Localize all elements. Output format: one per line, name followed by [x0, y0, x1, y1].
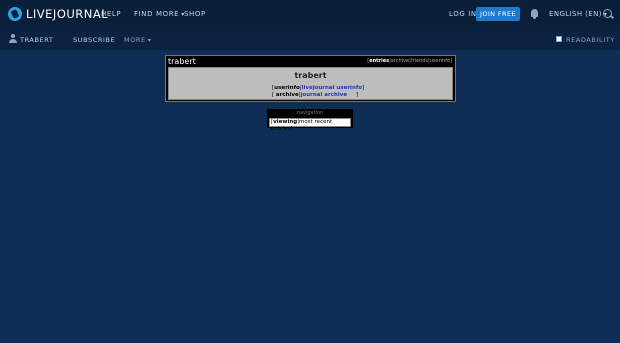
journal-username[interactable]: TRABERT	[20, 36, 53, 44]
archive-row: [ archive|journal archive ]	[272, 91, 358, 98]
nav-find-more[interactable]: FIND MORE ▾	[134, 10, 185, 18]
logo-text: LIVEJOURNAL	[26, 7, 109, 21]
language-label: ENGLISH (EN)	[549, 10, 602, 18]
archive-key: archive	[275, 91, 299, 98]
tab-entries[interactable]: entries	[369, 58, 389, 64]
userinfo-link[interactable]: livejournal userinfo	[302, 85, 362, 91]
livejournal-logo[interactable]: LIVEJOURNAL	[8, 7, 108, 21]
tab-friends[interactable]: friends	[411, 58, 428, 64]
userinfo-key: userinfo	[274, 85, 300, 91]
search-icon[interactable]	[603, 9, 613, 19]
chevron-down-icon: ▾	[147, 37, 152, 44]
readability-label[interactable]: READABILITY	[566, 36, 615, 44]
user-icon	[9, 34, 17, 43]
journal-name: trabert	[294, 71, 327, 80]
navigation-body: [viewing|most recent entries]	[269, 118, 351, 132]
more-menu[interactable]: MORE ▾	[124, 36, 151, 44]
journal-header: trabert [entries|archive|friends|userinf…	[166, 56, 455, 67]
more-label: MORE	[124, 36, 146, 44]
journal-box: trabert [entries|archive|friends|userinf…	[165, 55, 456, 102]
journal-body: trabert [userinfo|livejournal userinfo] …	[168, 67, 453, 100]
nav-find-more-label: FIND MORE	[134, 10, 180, 18]
subscribe-link[interactable]: SUBSCRIBE	[73, 36, 115, 44]
nav-help[interactable]: HELP	[101, 10, 121, 18]
language-selector[interactable]: ENGLISH (EN) ▾	[549, 10, 607, 18]
journal-tabs: [entries|archive|friends|userinfo]	[367, 58, 452, 64]
tab-archive[interactable]: archive	[391, 58, 409, 64]
journal-title: trabert	[168, 57, 196, 66]
login-link[interactable]: LOG IN	[449, 10, 477, 18]
nav-shop[interactable]: SHOP	[184, 10, 206, 18]
join-free-button[interactable]: JOIN FREE	[476, 7, 520, 21]
bell-icon[interactable]	[530, 9, 539, 19]
readability-checkbox[interactable]	[556, 36, 562, 42]
navigation-box: navigation [viewing|most recent entries]	[267, 109, 353, 132]
navigation-heading: navigation	[296, 110, 324, 116]
journal-links: [userinfo|livejournal userinfo] [ archiv…	[272, 85, 364, 98]
tab-userinfo[interactable]: userinfo	[430, 58, 450, 64]
archive-link[interactable]: journal archive	[301, 92, 348, 98]
viewing-key: viewing	[273, 119, 298, 125]
pencil-logo-icon	[8, 7, 22, 21]
